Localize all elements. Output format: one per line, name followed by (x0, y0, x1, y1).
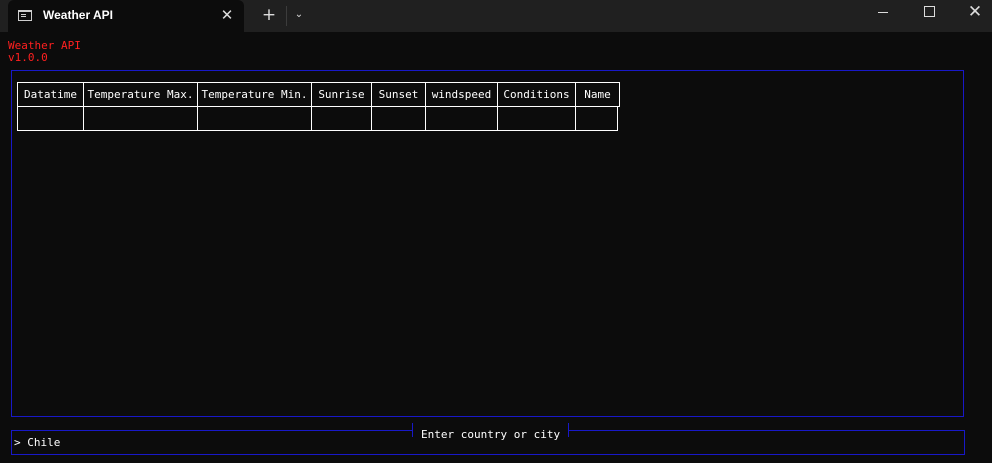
table-cell (575, 107, 618, 130)
table-divider (575, 107, 576, 111)
app-version: v1.0.0 (8, 51, 48, 64)
input-title: Enter country or city (421, 428, 561, 441)
column-header: Sunrise (312, 83, 372, 106)
prompt-symbol: > (14, 436, 21, 449)
column-header: Sunset (372, 83, 426, 106)
chevron-down-icon[interactable]: ⌄ (290, 7, 308, 23)
table-divider (425, 107, 426, 111)
minimize-icon (878, 12, 888, 13)
column-header: Datatime (18, 83, 84, 106)
table-cell (83, 107, 197, 130)
table-row-border (17, 130, 618, 131)
table-cell (425, 107, 497, 130)
table-divider (311, 107, 312, 111)
input-title-box: Enter country or city (412, 423, 570, 441)
search-input[interactable]: > Chile (14, 436, 60, 449)
table-cell (17, 107, 83, 130)
table-divider (497, 107, 498, 111)
column-header: windspeed (426, 83, 498, 106)
title-bar: Weather API ✕ + ⌄ ✕ (0, 0, 992, 32)
minimize-button[interactable] (860, 0, 906, 24)
column-header: Conditions (498, 83, 576, 106)
table-divider (371, 107, 372, 111)
close-button[interactable]: ✕ (952, 0, 992, 24)
tab-separator (286, 6, 287, 26)
search-input-value: Chile (27, 436, 61, 449)
table-cell (311, 107, 371, 130)
table-cell (197, 107, 311, 130)
table-header: Datatime Temperature Max. Temperature Min.… (17, 82, 620, 107)
table-cell (371, 107, 425, 130)
column-header: Temperature Min. (198, 83, 312, 106)
column-header: Temperature Max. (84, 83, 198, 106)
table-row (17, 107, 618, 131)
table-divider (17, 107, 18, 111)
table-cell (497, 107, 575, 130)
column-header: Name (584, 88, 611, 101)
table-divider (197, 107, 198, 111)
maximize-button[interactable] (906, 0, 952, 24)
table-divider (83, 107, 84, 111)
tab-close-icon[interactable]: ✕ (219, 6, 235, 24)
tab-title: Weather API (43, 8, 114, 22)
maximize-icon (924, 6, 935, 17)
new-tab-button[interactable]: + (260, 6, 278, 24)
terminal-icon (18, 10, 32, 21)
table-divider (617, 107, 618, 111)
tab-weather-api[interactable]: Weather API ✕ (8, 0, 244, 32)
